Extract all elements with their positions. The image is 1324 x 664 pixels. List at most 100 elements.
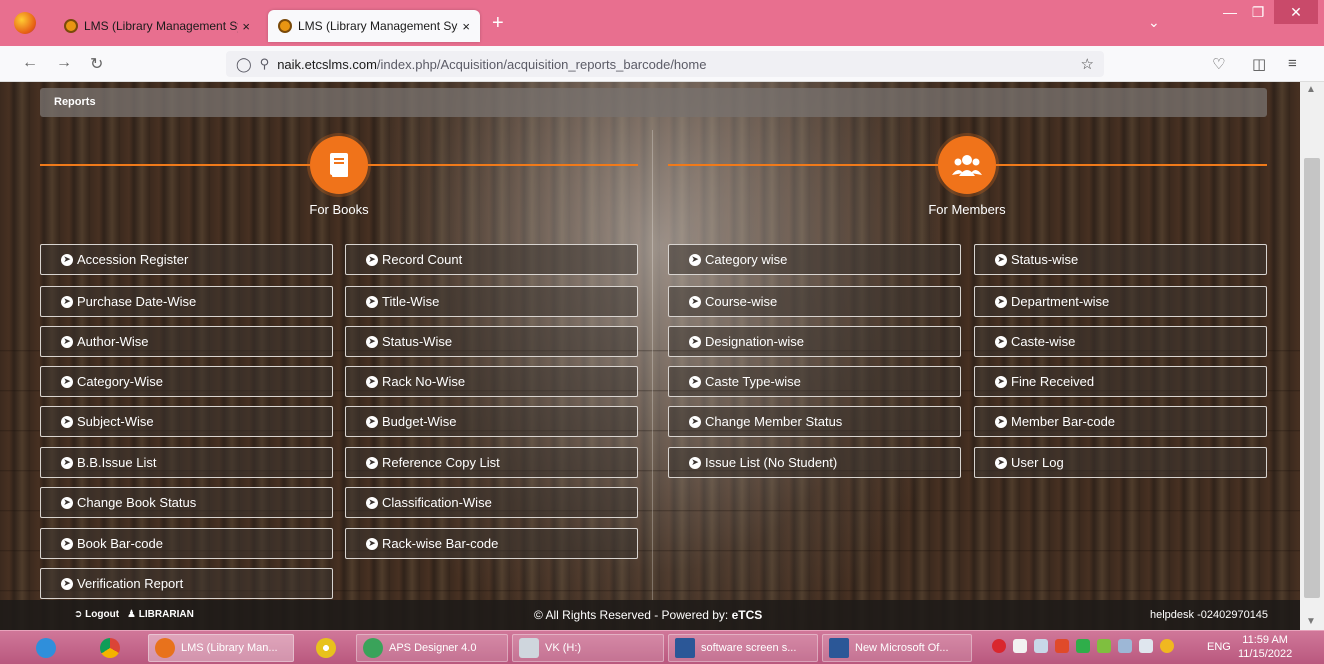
report-classification-button[interactable]: ➤ Classification-Wise <box>345 487 638 518</box>
user-role: ♟ LIBRARIAN <box>127 609 194 620</box>
report-course-button[interactable]: ➤ Course-wise <box>668 286 961 317</box>
report-issue-list-button[interactable]: ➤ Issue List (No Student) <box>668 447 961 478</box>
browser-tab-2[interactable]: LMS (Library Management Syst × <box>268 10 480 42</box>
report-rack-wise-barcode-button[interactable]: ➤ Rack-wise Bar-code <box>345 528 638 559</box>
report-member-barcode-button[interactable]: ➤ Member Bar-code <box>974 406 1267 437</box>
security-icon[interactable] <box>1160 639 1174 653</box>
logout-link[interactable]: ➲ Logout <box>74 609 119 620</box>
new-tab-button[interactable]: + <box>492 12 504 35</box>
report-caste-type-button[interactable]: ➤ Caste Type-wise <box>668 366 961 397</box>
window-close-button[interactable]: ✕ <box>1274 0 1318 24</box>
page-scrollbar[interactable]: ▲ ▼ <box>1300 82 1324 630</box>
bookmark-star-icon[interactable]: ☆ <box>1081 55 1094 73</box>
ie-icon[interactable] <box>36 634 62 662</box>
network-icon[interactable] <box>1034 639 1048 653</box>
report-author-button[interactable]: ➤ Author-Wise <box>40 326 333 357</box>
tab-title: LMS (Library Management Syst <box>84 19 239 33</box>
report-member-status-button[interactable]: ➤ Status-wise <box>974 244 1267 275</box>
circle-arrow-icon: ➤ <box>61 456 73 469</box>
scroll-up-icon[interactable]: ▲ <box>1306 84 1316 95</box>
back-arrow-icon[interactable]: ← <box>22 54 38 72</box>
flag-icon[interactable] <box>1013 639 1027 653</box>
hamburger-menu-icon[interactable]: ≡ <box>1288 55 1297 72</box>
report-category-button[interactable]: ➤ Category-Wise <box>40 366 333 397</box>
circle-arrow-icon: ➤ <box>995 456 1007 469</box>
report-status-button[interactable]: ➤ Status-Wise <box>345 326 638 357</box>
circle-arrow-icon: ➤ <box>366 335 378 348</box>
circle-arrow-icon: ➤ <box>366 375 378 388</box>
report-rack-no-button[interactable]: ➤ Rack No-Wise <box>345 366 638 397</box>
tracking-shield-icon[interactable]: ◯ <box>236 56 252 73</box>
browser-nav-bar: ← → ↻ ◯ ⚲ naik.etcslms.com /index.php/Ac… <box>0 46 1324 82</box>
circle-arrow-icon: ➤ <box>689 375 701 388</box>
circle-arrow-icon: ➤ <box>366 456 378 469</box>
circle-arrow-icon: ➤ <box>995 335 1007 348</box>
circle-arrow-icon: ➤ <box>689 295 701 308</box>
cd-drive-icon[interactable] <box>316 634 342 662</box>
circle-arrow-icon: ➤ <box>689 253 701 266</box>
reload-icon[interactable]: ↻ <box>90 54 103 74</box>
circle-arrow-icon: ➤ <box>61 577 73 590</box>
tab-list-chevron-icon[interactable]: ⌄ <box>1148 14 1160 31</box>
logout-icon: ➲ <box>74 609 86 620</box>
display-icon[interactable] <box>1118 639 1132 653</box>
copyright-text: © All Rights Reserved - Powered by: eTCS <box>534 608 763 622</box>
q-tray-icon[interactable] <box>1076 639 1090 653</box>
report-purchase-date-button[interactable]: ➤ Purchase Date-Wise <box>40 286 333 317</box>
report-designation-button[interactable]: ➤ Designation-wise <box>668 326 961 357</box>
system-tray <box>992 639 1174 653</box>
report-title-button[interactable]: ➤ Title-Wise <box>345 286 638 317</box>
browser-tab-bar: LMS (Library Management Syst × LMS (Libr… <box>0 0 1324 46</box>
browser-tab-1[interactable]: LMS (Library Management Syst × <box>54 10 260 42</box>
circle-arrow-icon: ➤ <box>61 496 73 509</box>
page-footer: ➲ Logout ♟ LIBRARIAN © All Rights Reserv… <box>0 600 1300 630</box>
circle-arrow-icon: ➤ <box>61 415 73 428</box>
report-reference-copy-button[interactable]: ➤ Reference Copy List <box>345 447 638 478</box>
report-book-barcode-button[interactable]: ➤ Book Bar-code <box>40 528 333 559</box>
sidebar-icon[interactable]: ◫ <box>1252 55 1266 73</box>
window-minimize-button[interactable]: — <box>1216 0 1244 24</box>
taskbar-word-software-screen[interactable]: software screen s... <box>668 634 818 662</box>
circle-arrow-icon: ➤ <box>689 335 701 348</box>
language-indicator[interactable]: ENG <box>1207 641 1231 653</box>
report-member-category-button[interactable]: ➤ Category wise <box>668 244 961 275</box>
volume-icon[interactable] <box>1139 639 1153 653</box>
report-subject-button[interactable]: ➤ Subject-Wise <box>40 406 333 437</box>
antivirus-icon[interactable] <box>992 639 1006 653</box>
tab-close-icon[interactable]: × <box>242 19 250 34</box>
circle-arrow-icon: ➤ <box>689 415 701 428</box>
report-verification-button[interactable]: ➤ Verification Report <box>40 568 333 599</box>
report-department-button[interactable]: ➤ Department-wise <box>974 286 1267 317</box>
forward-arrow-icon[interactable]: → <box>56 54 72 72</box>
taskbar-lms-firefox[interactable]: LMS (Library Man... <box>148 634 294 662</box>
circle-arrow-icon: ➤ <box>61 295 73 308</box>
site-permissions-icon[interactable]: ⚲ <box>260 56 270 72</box>
report-accession-register-button[interactable]: ➤ Accession Register <box>40 244 333 275</box>
taskbar-aps-designer[interactable]: APS Designer 4.0 <box>356 634 508 662</box>
chrome-icon[interactable] <box>100 634 126 662</box>
report-change-member-status-button[interactable]: ➤ Change Member Status <box>668 406 961 437</box>
page-content: Reports For Books For Members ➤ Accession… <box>0 82 1300 630</box>
taskbar-vk-drive[interactable]: VK (H:) <box>512 634 664 662</box>
report-fine-received-button[interactable]: ➤ Fine Received <box>974 366 1267 397</box>
scroll-down-icon[interactable]: ▼ <box>1306 616 1316 627</box>
firefox-menu-icon[interactable] <box>14 12 36 34</box>
report-record-count-button[interactable]: ➤ Record Count <box>345 244 638 275</box>
scroll-thumb[interactable] <box>1304 158 1320 598</box>
report-caste-button[interactable]: ➤ Caste-wise <box>974 326 1267 357</box>
window-restore-button[interactable]: ❐ <box>1244 0 1272 24</box>
report-change-book-status-button[interactable]: ➤ Change Book Status <box>40 487 333 518</box>
tab-close-icon[interactable]: × <box>462 19 470 34</box>
report-budget-button[interactable]: ➤ Budget-Wise <box>345 406 638 437</box>
report-bb-issue-list-button[interactable]: ➤ B.B.Issue List <box>40 447 333 478</box>
app-tray-icon[interactable] <box>1055 639 1069 653</box>
pocket-icon[interactable]: ♡ <box>1212 55 1225 73</box>
members-header-line-left <box>668 164 938 166</box>
circle-arrow-icon: ➤ <box>366 415 378 428</box>
update-icon[interactable] <box>1097 639 1111 653</box>
taskbar-word-new-microsoft[interactable]: New Microsoft Of... <box>822 634 972 662</box>
address-bar[interactable]: ◯ ⚲ naik.etcslms.com /index.php/Acquisit… <box>226 51 1104 77</box>
report-user-log-button[interactable]: ➤ User Log <box>974 447 1267 478</box>
system-clock[interactable]: 11:59 AM 11/15/2022 <box>1238 633 1292 661</box>
site-favicon-icon <box>278 19 292 33</box>
